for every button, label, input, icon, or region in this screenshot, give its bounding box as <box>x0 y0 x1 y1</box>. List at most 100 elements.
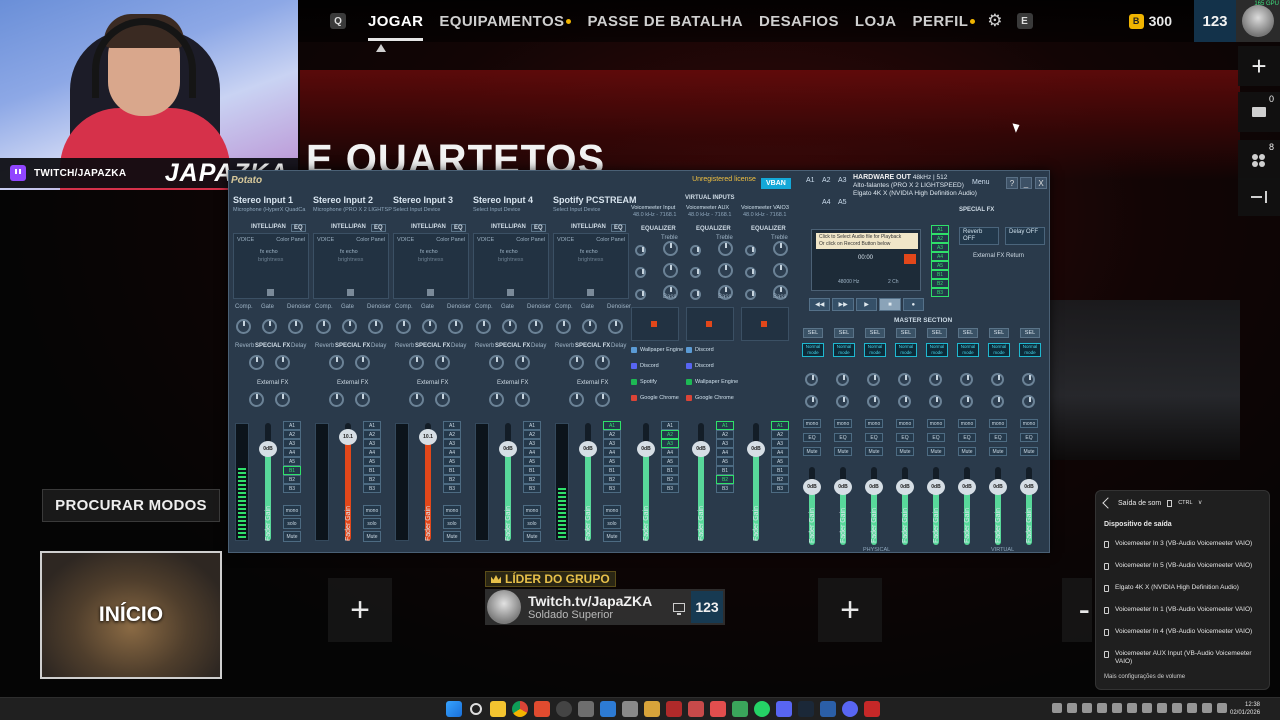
bus-button-a4[interactable]: A4 <box>716 448 734 457</box>
master-fader-knob[interactable]: 0dB <box>865 479 883 495</box>
intellipan-pad[interactable]: VOICE Color Panel fx echo brightness <box>553 233 629 299</box>
bus-a3[interactable]: A3 <box>838 177 847 184</box>
app-icon[interactable] <box>864 701 880 717</box>
intellipan-pad[interactable]: VOICE Color Panel fx echo brightness <box>313 233 389 299</box>
master-knob[interactable] <box>929 373 942 386</box>
strip-device[interactable]: Select Input Device <box>473 207 520 213</box>
normal-mode-button[interactable]: Normal mode <box>802 343 824 357</box>
help-button[interactable]: ? <box>1006 177 1018 189</box>
mono-button[interactable]: mono <box>927 419 945 428</box>
mute-button[interactable]: Mute <box>896 447 914 456</box>
master-fader-knob[interactable]: 0dB <box>803 479 821 495</box>
bus-button-a3[interactable]: A3 <box>603 439 621 448</box>
sel-button[interactable]: SEL <box>989 328 1009 338</box>
bus-button-a4[interactable]: A4 <box>363 448 381 457</box>
eq-button[interactable]: EQ <box>896 433 914 442</box>
normal-mode-button[interactable]: Normal mode <box>957 343 979 357</box>
eq-knob[interactable] <box>663 241 678 256</box>
eq-button[interactable]: EQ <box>927 433 945 442</box>
output-device-item[interactable]: Voicemeeter In 3 (VB-Audio Voicemeeter V… <box>1104 540 1264 548</box>
mono-button[interactable]: mono <box>603 505 621 516</box>
normal-mode-button[interactable]: Normal mode <box>864 343 886 357</box>
master-knob[interactable] <box>836 395 849 408</box>
sel-button[interactable]: SEL <box>927 328 947 338</box>
app-icon[interactable] <box>534 701 550 717</box>
profile-avatar[interactable]: 165 GPU <box>1236 0 1280 42</box>
bus-button-a5[interactable]: A5 <box>523 457 541 466</box>
bus-button-a1[interactable]: A1 <box>661 421 679 430</box>
whatsapp-icon[interactable] <box>754 701 770 717</box>
eq-knob[interactable] <box>718 241 733 256</box>
output-button-a2[interactable]: A2 <box>931 234 949 243</box>
fader-knob[interactable]: 0dB <box>259 441 277 457</box>
bus-button-a1[interactable]: A1 <box>363 421 381 430</box>
bus-button-b3[interactable]: B3 <box>363 484 381 493</box>
output-button-b1[interactable]: B1 <box>931 270 949 279</box>
eq-knob-small[interactable] <box>690 289 701 300</box>
mute-button[interactable]: Mute <box>443 531 461 542</box>
output-button-a5[interactable]: A5 <box>931 261 949 270</box>
bus-button-a2[interactable]: A2 <box>363 430 381 439</box>
add-party-slot-left[interactable]: + <box>328 578 392 642</box>
more-volume-settings-link[interactable]: Mais configurações de volume <box>1104 674 1185 680</box>
mono-button[interactable]: mono <box>1020 419 1038 428</box>
output-button-a3[interactable]: A3 <box>931 243 949 252</box>
external-fx-knob-2[interactable] <box>435 392 450 407</box>
bus-button-b2[interactable]: B2 <box>363 475 381 484</box>
bus-button-a5[interactable]: A5 <box>716 457 734 466</box>
delay-knob[interactable] <box>275 355 290 370</box>
eq-button[interactable]: EQ <box>1020 433 1038 442</box>
strip-device[interactable]: Select Input Device <box>393 207 440 213</box>
reverb-knob[interactable] <box>329 355 344 370</box>
tray-icon[interactable] <box>1097 703 1107 713</box>
bus-button-b2[interactable]: B2 <box>771 475 789 484</box>
bus-button-a2[interactable]: A2 <box>661 430 679 439</box>
bus-button-b3[interactable]: B3 <box>716 484 734 493</box>
delay-knob[interactable] <box>435 355 450 370</box>
master-knob[interactable] <box>805 373 818 386</box>
bus-button-b2[interactable]: B2 <box>661 475 679 484</box>
nav-jogar[interactable]: JOGAR <box>360 13 431 41</box>
eq-knob[interactable] <box>773 263 788 278</box>
taskbar-clock[interactable]: 12:38 02/01/2026 <box>1230 701 1260 717</box>
bus-button-a5[interactable]: A5 <box>363 457 381 466</box>
bus-button-b1[interactable]: B1 <box>523 466 541 475</box>
bus-button-b2[interactable]: B2 <box>523 475 541 484</box>
output-device-item[interactable]: Elgato 4K X (NVIDIA High Definition Audi… <box>1104 584 1264 592</box>
mono-button[interactable]: mono <box>363 505 381 516</box>
bus-button-b1[interactable]: B1 <box>771 466 789 475</box>
denoiser-knob[interactable] <box>288 319 303 334</box>
forward-button[interactable]: ▶▶ <box>832 298 854 311</box>
external-fx-knob-2[interactable] <box>515 392 530 407</box>
bus-button-b1[interactable]: B1 <box>363 466 381 475</box>
master-knob[interactable] <box>960 395 973 408</box>
mute-button[interactable]: Mute <box>989 447 1007 456</box>
app-icon[interactable] <box>688 701 704 717</box>
delay-knob[interactable] <box>515 355 530 370</box>
bus-button-a3[interactable]: A3 <box>661 439 679 448</box>
gate-knob[interactable] <box>582 319 597 334</box>
bus-button-b1[interactable]: B1 <box>661 466 679 475</box>
nav-desafios[interactable]: DESAFIOS <box>751 13 847 30</box>
output-device-item[interactable]: Voicemeeter In 1 (VB-Audio Voicemeeter V… <box>1104 606 1264 614</box>
mute-button[interactable]: Mute <box>1020 447 1038 456</box>
bus-button-a1[interactable]: A1 <box>523 421 541 430</box>
bus-button-b1[interactable]: B1 <box>603 466 621 475</box>
bus-a4[interactable]: A4 <box>822 199 831 206</box>
bus-button-a2[interactable]: A2 <box>771 430 789 439</box>
normal-mode-button[interactable]: Normal mode <box>926 343 948 357</box>
reverb-knob[interactable] <box>249 355 264 370</box>
app-icon[interactable] <box>666 701 682 717</box>
bus-button-a3[interactable]: A3 <box>283 439 301 448</box>
eq-knob[interactable] <box>663 263 678 278</box>
messages-button[interactable]: 0 <box>1238 92 1280 132</box>
eq-knob-small[interactable] <box>745 289 756 300</box>
bus-button-a2[interactable]: A2 <box>283 430 301 439</box>
app-icon[interactable] <box>820 701 836 717</box>
eq-knob-small[interactable] <box>745 267 756 278</box>
app-route[interactable]: Google Chrome <box>686 395 734 401</box>
sel-button[interactable]: SEL <box>896 328 916 338</box>
eq-button[interactable]: EQ <box>834 433 852 442</box>
minimize-button[interactable]: _ <box>1020 177 1032 189</box>
normal-mode-button[interactable]: Normal mode <box>895 343 917 357</box>
